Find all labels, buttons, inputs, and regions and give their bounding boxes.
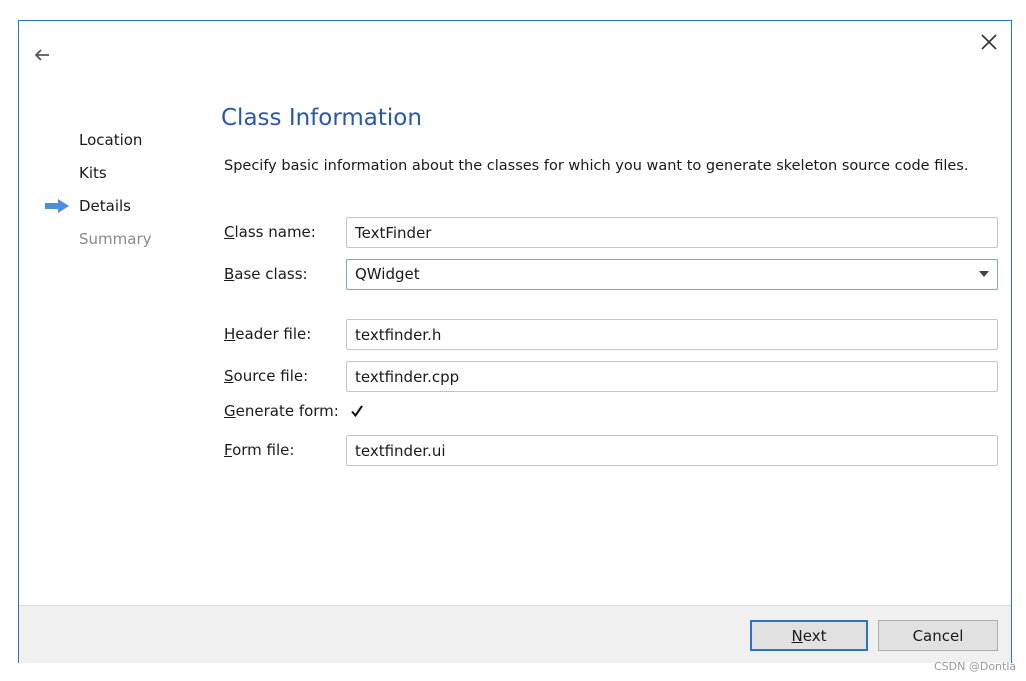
header-file-row: Header file:: [224, 319, 998, 351]
step-label: Summary: [79, 230, 152, 248]
header-file-label: Header file:: [224, 325, 312, 343]
close-button[interactable]: [977, 30, 1001, 54]
step-location: Location: [39, 129, 219, 162]
header-file-input[interactable]: [346, 319, 998, 350]
form-file-label: Form file:: [224, 441, 295, 459]
class-name-label: Class name:: [224, 223, 316, 241]
step-label: Location: [79, 131, 143, 149]
source-file-input[interactable]: [346, 361, 998, 392]
page-description: Specify basic information about the clas…: [224, 158, 969, 174]
base-class-value: QWidget: [355, 265, 420, 283]
step-label: Details: [79, 197, 132, 215]
dialog-footer: Next Cancel: [19, 605, 1011, 663]
base-class-row: Base class: QWidget: [224, 259, 998, 291]
page-title: Class Information: [221, 105, 422, 131]
back-button[interactable]: [31, 45, 53, 65]
chevron-down-icon: [979, 271, 989, 277]
source-file-row: Source file:: [224, 361, 998, 393]
arrow-right-icon: [45, 199, 69, 213]
form-file-row: Form file:: [224, 435, 998, 467]
generate-form-checkbox[interactable]: [348, 402, 366, 420]
base-class-select[interactable]: QWidget: [346, 259, 998, 290]
cancel-button[interactable]: Cancel: [878, 620, 998, 651]
generate-form-row: Generate form:: [224, 399, 998, 431]
step-summary: Summary: [39, 228, 219, 261]
class-name-input[interactable]: [346, 217, 998, 248]
form-file-input[interactable]: [346, 435, 998, 466]
next-button[interactable]: Next: [750, 620, 868, 651]
base-class-label: Base class:: [224, 265, 308, 283]
step-kits: Kits: [39, 162, 219, 195]
step-details: Details: [39, 195, 219, 228]
wizard-steps: Location Kits Details Summary: [39, 129, 219, 261]
wizard-dialog: Location Kits Details Summary Class Info…: [18, 20, 1012, 663]
generate-form-label: Generate form:: [224, 402, 339, 420]
step-label: Kits: [79, 164, 107, 182]
close-icon: [981, 34, 997, 50]
checkmark-icon: [351, 405, 363, 418]
arrow-left-icon: [34, 49, 49, 61]
source-file-label: Source file:: [224, 367, 309, 385]
class-name-row: Class name:: [224, 217, 998, 249]
watermark: CSDN @Dontla: [934, 660, 1017, 673]
